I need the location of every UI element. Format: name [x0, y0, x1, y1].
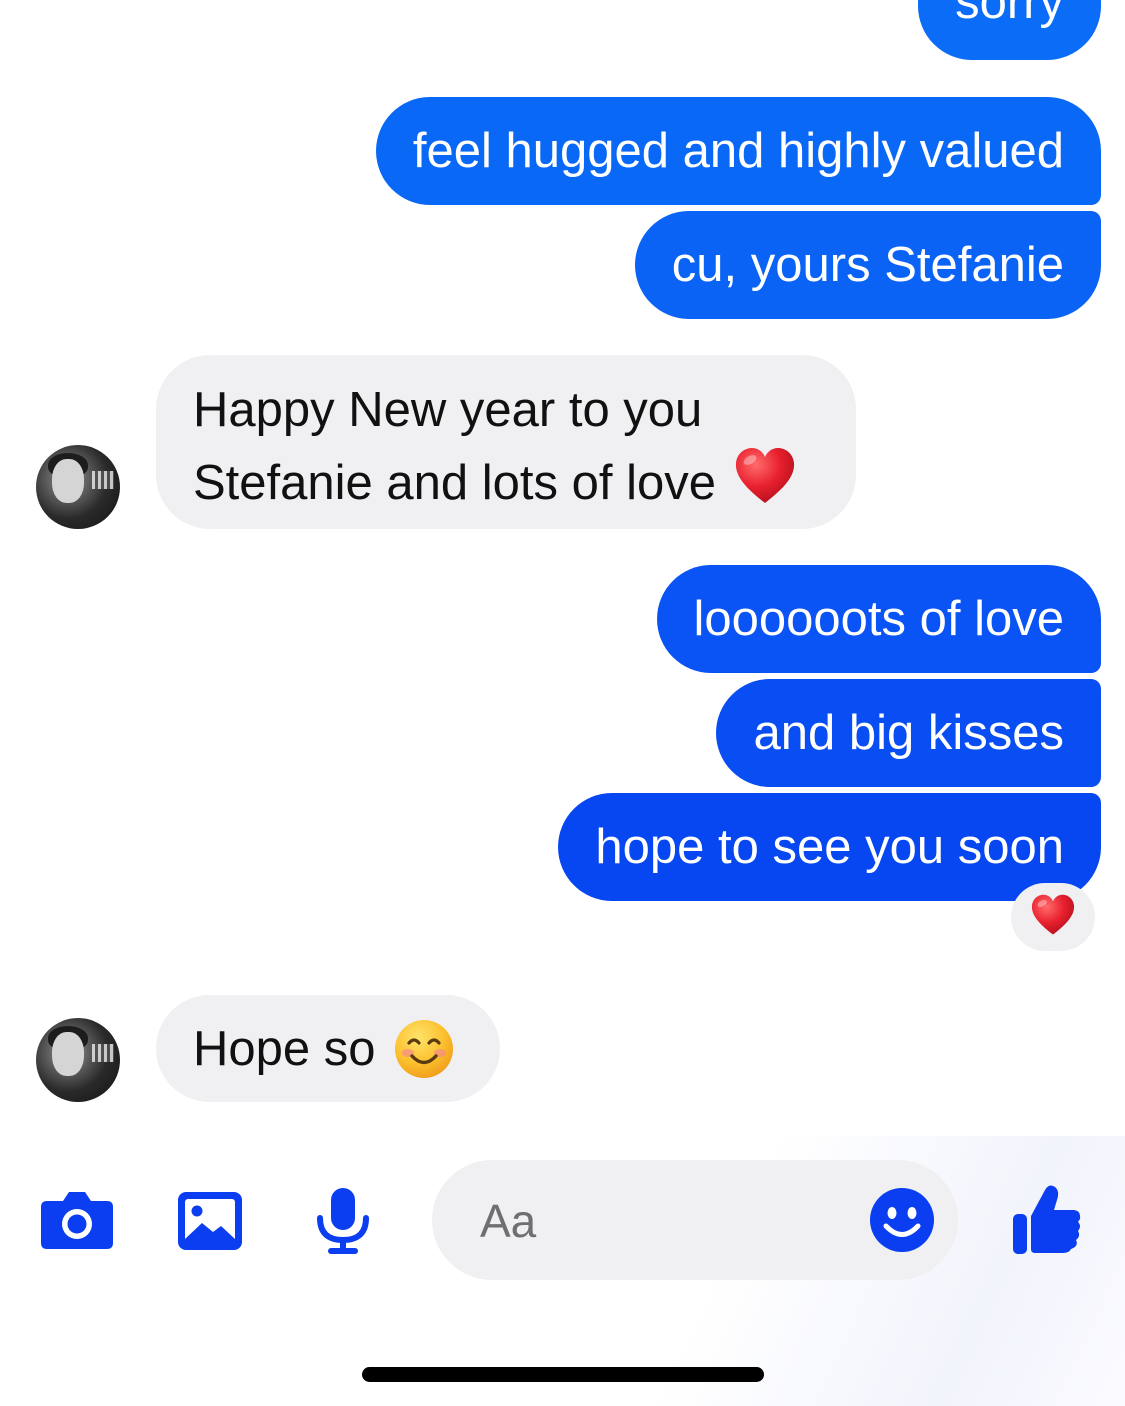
camera-button[interactable]	[38, 1187, 116, 1253]
contact-avatar[interactable]	[36, 445, 120, 529]
outgoing-message[interactable]: sorry	[918, 0, 1101, 60]
message-text: sorry	[955, 0, 1064, 29]
outgoing-message[interactable]: cu, yours Stefanie	[634, 211, 1101, 319]
outgoing-message[interactable]: loooooots of love	[656, 565, 1101, 673]
gallery-button[interactable]	[175, 1189, 245, 1253]
conversation-thread: sorry feel hugged and highly valued cu, …	[0, 0, 1125, 1140]
message-text-line: Stefanie and lots of love	[193, 455, 717, 510]
message-text: and big kisses	[753, 706, 1064, 760]
camera-icon	[41, 1192, 113, 1249]
incoming-message[interactable]: Happy New year to you Stefanie and lots …	[156, 355, 856, 529]
message-reaction[interactable]	[1011, 883, 1095, 951]
red-heart-emoji	[1030, 894, 1076, 941]
message-text: hope to see you soon	[595, 820, 1064, 874]
message-text: Hope so	[193, 1021, 376, 1076]
outgoing-message[interactable]: hope to see you soon	[558, 793, 1101, 901]
message-text: loooooots of love	[693, 592, 1065, 646]
voice-message-button[interactable]	[312, 1185, 374, 1257]
home-indicator[interactable]	[362, 1367, 764, 1382]
photo-gallery-icon	[178, 1192, 242, 1250]
message-text-line: Happy New year to you	[193, 383, 703, 437]
smiling-face-emoji	[394, 1019, 454, 1079]
message-input-container[interactable]	[432, 1160, 958, 1282]
red-heart-emoji	[734, 447, 796, 522]
thumbs-up-icon	[1013, 1185, 1081, 1254]
outgoing-message[interactable]: feel hugged and highly valued	[375, 97, 1101, 205]
incoming-message[interactable]: Hope so	[156, 995, 500, 1102]
outgoing-message[interactable]: and big kisses	[716, 679, 1101, 787]
like-button[interactable]	[1008, 1181, 1084, 1257]
contact-avatar[interactable]	[36, 1018, 120, 1102]
message-text: cu, yours Stefanie	[671, 238, 1064, 292]
emoji-button[interactable]	[868, 1186, 936, 1254]
emoji-icon	[870, 1188, 934, 1252]
message-text: feel hugged and highly valued	[412, 124, 1064, 178]
message-input[interactable]	[478, 1160, 862, 1282]
microphone-icon	[317, 1188, 369, 1254]
